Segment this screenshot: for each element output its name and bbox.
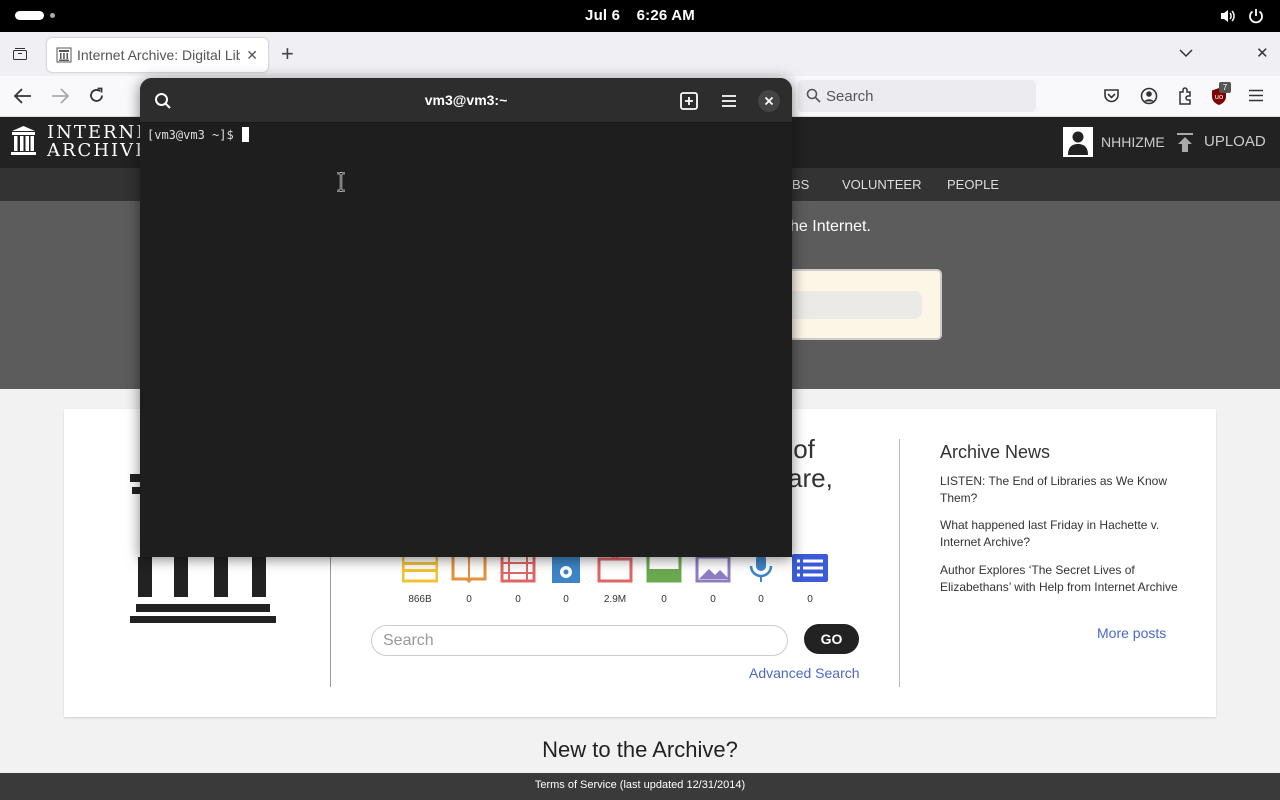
- extensions-icon[interactable]: [1177, 87, 1193, 105]
- search-icon: [806, 88, 821, 103]
- clock-time: 6:26 AM: [636, 7, 695, 24]
- speaker-icon: [552, 553, 580, 583]
- news-item[interactable]: LISTEN: The End of Libraries as We Know …: [940, 473, 1180, 507]
- tab-title: Internet Archive: Digital Library of Fre…: [77, 47, 240, 63]
- nav-volunteer[interactable]: VOLUNTEER: [842, 177, 921, 192]
- media-lists[interactable]: 0: [792, 553, 828, 605]
- microphone-icon: [749, 554, 773, 582]
- tv-icon: [597, 553, 633, 583]
- media-software[interactable]: 0: [646, 553, 682, 605]
- media-texts[interactable]: 0: [451, 553, 487, 605]
- close-icon: [764, 96, 774, 106]
- account-icon[interactable]: [1140, 87, 1158, 105]
- media-count-texts: 0: [466, 594, 472, 605]
- browser-tab-internet-archive[interactable]: Internet Archive: Digital Library of Fre…: [47, 38, 268, 72]
- tab-close-icon[interactable]: ✕: [246, 47, 258, 64]
- news-item[interactable]: Author Explores ‘The Secret Lives of Eli…: [940, 562, 1180, 596]
- news-item[interactable]: What happened last Friday in Hachette v.…: [940, 517, 1180, 551]
- pocket-icon[interactable]: [1103, 88, 1120, 104]
- nav-people[interactable]: PEOPLE: [947, 177, 999, 192]
- terms-of-service-link[interactable]: Terms of Service (last updated 12/31/201…: [0, 779, 1280, 791]
- svg-text:uo: uo: [1215, 93, 1224, 101]
- back-icon[interactable]: [14, 88, 32, 104]
- media-images[interactable]: 0: [695, 553, 731, 605]
- forward-icon[interactable]: [51, 88, 69, 104]
- hero-tagline-partial: he Internet.: [790, 218, 871, 235]
- floppy-disk-icon: [646, 553, 682, 583]
- power-icon[interactable]: [1247, 7, 1265, 25]
- book-icon: [451, 553, 487, 584]
- username[interactable]: NHHIZME: [1101, 134, 1165, 150]
- new-terminal-tab-icon[interactable]: [678, 90, 700, 112]
- text-cursor-ibeam-icon: [337, 172, 345, 192]
- image-icon: [695, 554, 731, 583]
- browser-search-placeholder: Search: [826, 88, 874, 105]
- film-icon: [500, 553, 536, 583]
- media-count-web: 866B: [408, 594, 432, 605]
- new-tab-icon[interactable]: +: [281, 41, 294, 67]
- media-count-images: 0: [710, 594, 716, 605]
- tagline-partial-2: are,: [788, 463, 833, 493]
- browser-search-field[interactable]: Search: [798, 80, 1036, 112]
- terminal-window[interactable]: vm3@vm3:~ [vm3@vm3 ~]$: [140, 78, 792, 557]
- media-count-tv: 2.9M: [603, 594, 627, 605]
- upload-icon[interactable]: [1176, 132, 1194, 153]
- shell-prompt: [vm3@vm3 ~]$: [147, 128, 234, 142]
- hamburger-menu-icon[interactable]: [1249, 89, 1263, 102]
- terminal-header-bar[interactable]: vm3@vm3:~: [140, 78, 792, 123]
- web-icon: [401, 553, 439, 583]
- terminal-menu-icon[interactable]: [718, 90, 740, 112]
- volume-icon[interactable]: [1219, 7, 1237, 25]
- tab-overview-icon[interactable]: [12, 46, 28, 62]
- clock-date: Jul 6: [585, 7, 621, 24]
- card-divider-left: [330, 537, 331, 687]
- system-top-bar: Jul 6 6:26 AM: [0, 0, 1280, 32]
- user-silhouette-icon: [1068, 131, 1088, 155]
- browser-tab-bar: Internet Archive: Digital Library of Fre…: [0, 32, 1280, 76]
- media-video[interactable]: 0: [500, 553, 536, 605]
- clock[interactable]: Jul 6 6:26 AM: [0, 7, 1280, 24]
- advanced-search-link[interactable]: Advanced Search: [749, 665, 860, 681]
- terminal-close-button[interactable]: [758, 90, 780, 112]
- go-button[interactable]: GO: [804, 624, 859, 654]
- media-tv[interactable]: 2.9M: [597, 553, 633, 605]
- media-count-mic: 0: [758, 594, 764, 605]
- card-divider-right: [899, 439, 900, 687]
- media-web[interactable]: 866B: [401, 553, 439, 605]
- footer-bar: Terms of Service (last updated 12/31/201…: [0, 773, 1280, 800]
- media-audio[interactable]: 0: [548, 553, 584, 605]
- ia-search-placeholder: Search: [383, 632, 434, 649]
- list-icon: [792, 554, 828, 582]
- user-avatar[interactable]: [1063, 127, 1093, 157]
- media-count-lists: 0: [807, 594, 813, 605]
- nav-jobs-partial[interactable]: BS: [792, 177, 809, 192]
- internet-archive-logo-icon[interactable]: [10, 125, 37, 157]
- terminal-cursor: [241, 127, 249, 142]
- media-count-video: 0: [515, 594, 521, 605]
- reload-icon[interactable]: [88, 87, 105, 104]
- media-count-software: 0: [661, 594, 667, 605]
- ia-search-input[interactable]: Search: [371, 625, 788, 656]
- more-posts-link[interactable]: More posts: [1097, 625, 1166, 641]
- internet-archive-favicon: [56, 47, 72, 63]
- media-count-audio: 0: [563, 594, 569, 605]
- media-mic[interactable]: 0: [743, 553, 779, 605]
- chevron-down-icon[interactable]: [1179, 48, 1193, 58]
- upload-link[interactable]: UPLOAD: [1204, 133, 1266, 150]
- archive-news-title: Archive News: [940, 442, 1051, 462]
- terminal-output[interactable]: [vm3@vm3 ~]$: [147, 127, 249, 142]
- wayback-search-input[interactable]: [782, 291, 922, 319]
- close-window-icon[interactable]: ✕: [1256, 44, 1269, 62]
- extension-badge: 7: [1219, 82, 1231, 93]
- new-to-archive-heading: New to the Archive?: [542, 737, 738, 762]
